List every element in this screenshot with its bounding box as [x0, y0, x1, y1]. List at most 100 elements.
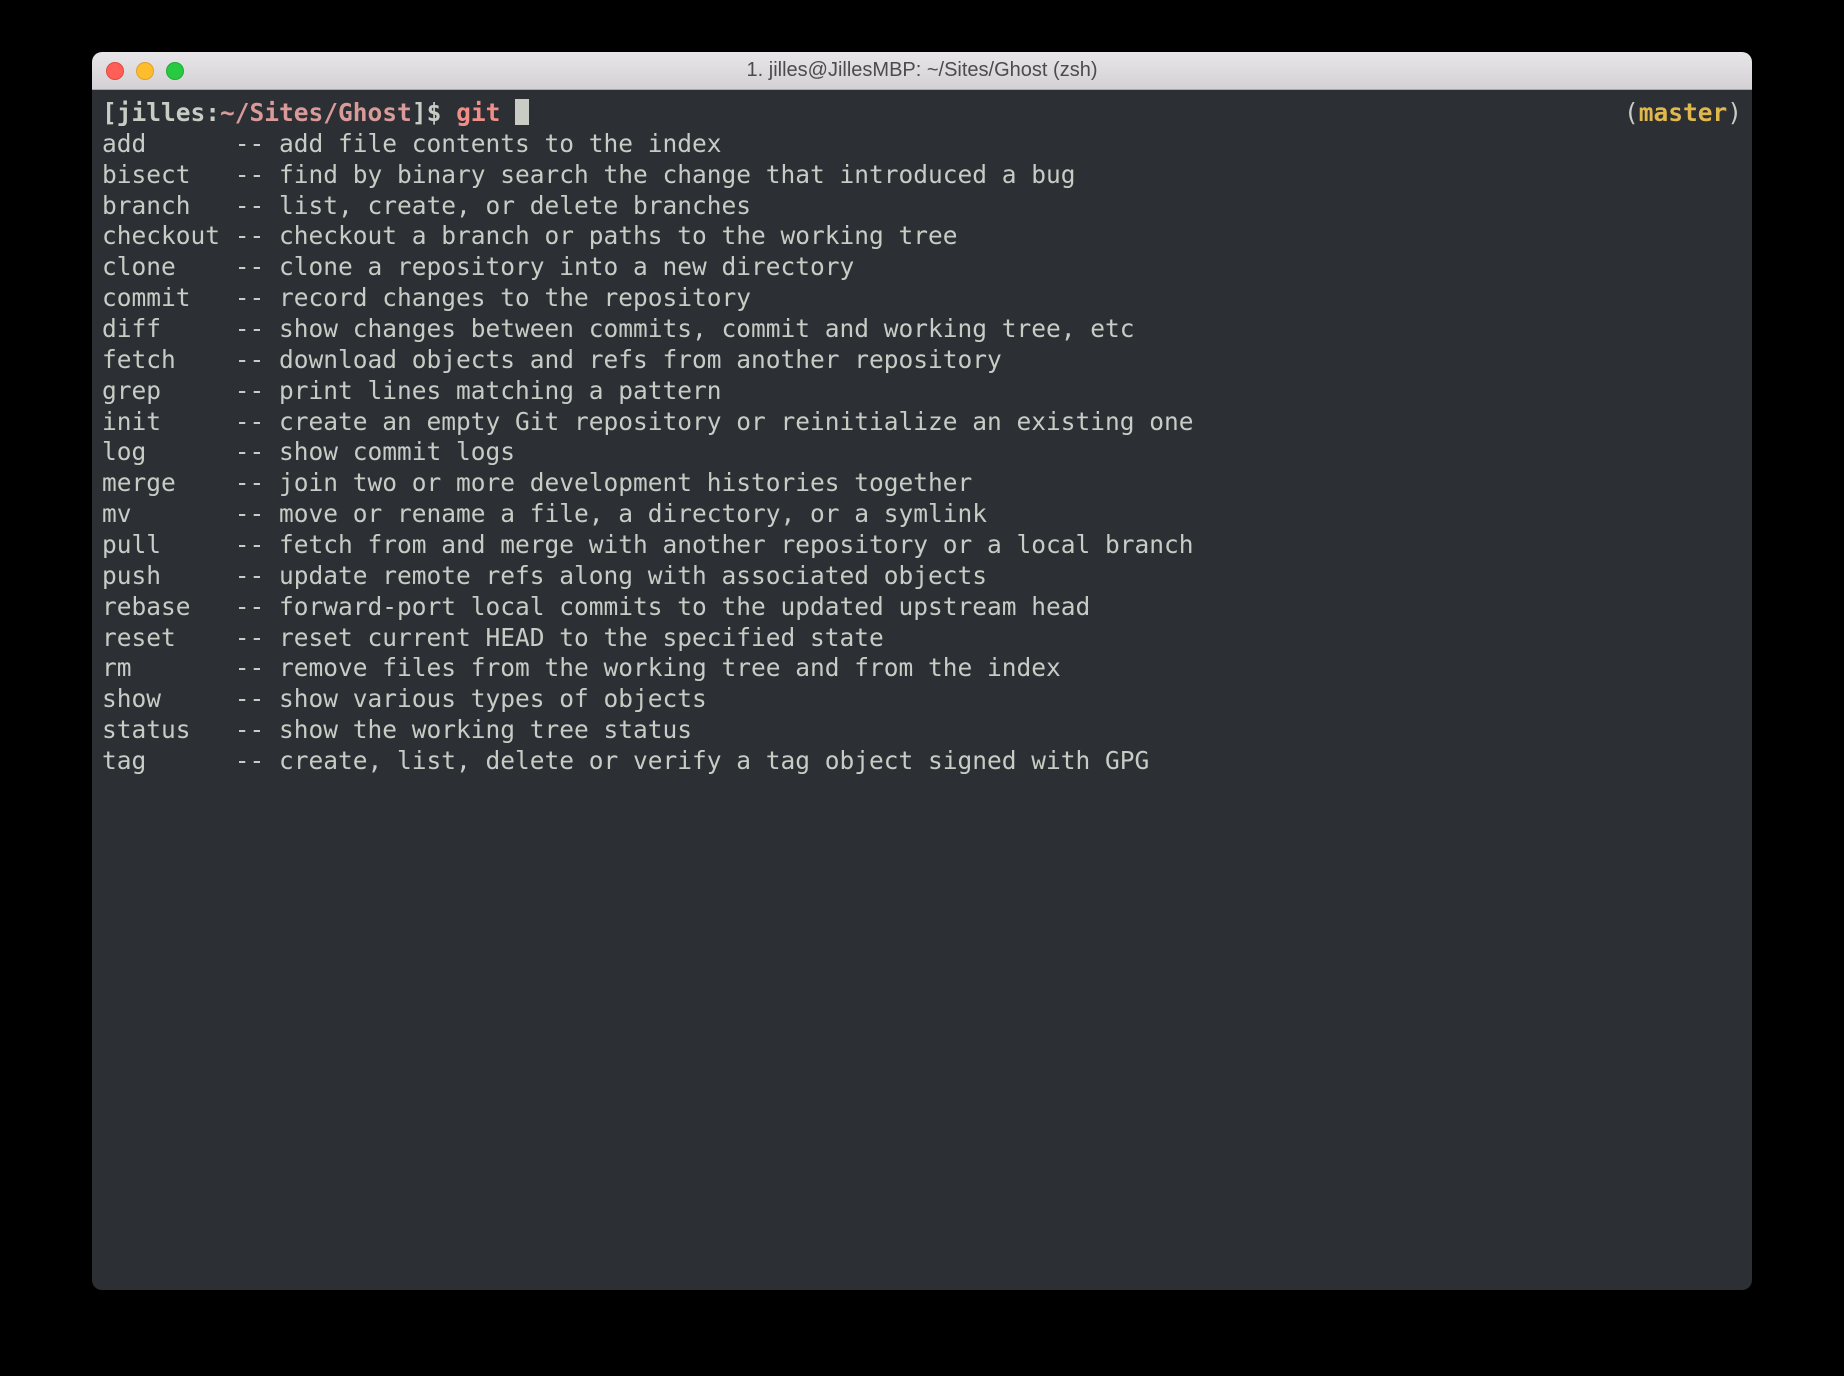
- completion-command: tag: [102, 746, 235, 775]
- completion-separator: --: [235, 191, 279, 220]
- completion-row[interactable]: rm -- remove files from the working tree…: [102, 653, 1742, 684]
- completion-command: checkout: [102, 221, 235, 250]
- completion-command: grep: [102, 376, 235, 405]
- completion-command: rebase: [102, 592, 235, 621]
- completion-description: checkout a branch or paths to the workin…: [279, 221, 958, 250]
- completion-row[interactable]: push -- update remote refs along with as…: [102, 561, 1742, 592]
- completion-row[interactable]: init -- create an empty Git repository o…: [102, 407, 1742, 438]
- completion-row[interactable]: show -- show various types of objects: [102, 684, 1742, 715]
- completion-row[interactable]: pull -- fetch from and merge with anothe…: [102, 530, 1742, 561]
- completion-description: update remote refs along with associated…: [279, 561, 987, 590]
- completion-separator: --: [235, 746, 279, 775]
- completion-description: list, create, or delete branches: [279, 191, 751, 220]
- completion-separator: --: [235, 376, 279, 405]
- completion-command: reset: [102, 623, 235, 652]
- completion-description: show commit logs: [279, 437, 515, 466]
- completion-command: push: [102, 561, 235, 590]
- completion-separator: --: [235, 684, 279, 713]
- completion-description: add file contents to the index: [279, 129, 722, 158]
- completion-row[interactable]: status -- show the working tree status: [102, 715, 1742, 746]
- completion-row[interactable]: log -- show commit logs: [102, 437, 1742, 468]
- titlebar[interactable]: 1. jilles@JillesMBP: ~/Sites/Ghost (zsh): [92, 52, 1752, 90]
- completion-row[interactable]: commit -- record changes to the reposito…: [102, 283, 1742, 314]
- completion-separator: --: [235, 623, 279, 652]
- completion-description: create an empty Git repository or reinit…: [279, 407, 1194, 436]
- close-icon[interactable]: [106, 62, 124, 80]
- completion-command: pull: [102, 530, 235, 559]
- completion-command: status: [102, 715, 235, 744]
- completion-command: clone: [102, 252, 235, 281]
- completion-list: add -- add file contents to the indexbis…: [102, 129, 1742, 777]
- completion-command: rm: [102, 653, 235, 682]
- prompt-dollar: $: [427, 98, 457, 127]
- zoom-icon[interactable]: [166, 62, 184, 80]
- completion-separator: --: [235, 592, 279, 621]
- branch-paren-open: (: [1624, 98, 1639, 127]
- branch-name: master: [1639, 98, 1728, 127]
- completion-command: commit: [102, 283, 235, 312]
- completion-command: show: [102, 684, 235, 713]
- completion-description: remove files from the working tree and f…: [279, 653, 1061, 682]
- minimize-icon[interactable]: [136, 62, 154, 80]
- bracket-close: ]: [412, 98, 427, 127]
- completion-separator: --: [235, 160, 279, 189]
- completion-separator: --: [235, 283, 279, 312]
- completion-separator: --: [235, 252, 279, 281]
- window-title: 1. jilles@JillesMBP: ~/Sites/Ghost (zsh): [92, 59, 1752, 82]
- prompt-path: ~/Sites/Ghost: [220, 98, 412, 127]
- prompt-command: git: [456, 98, 515, 127]
- completion-separator: --: [235, 468, 279, 497]
- bracket-open: [: [102, 98, 117, 127]
- completion-description: join two or more development histories t…: [279, 468, 972, 497]
- branch-paren-close: ): [1727, 98, 1742, 127]
- completion-row[interactable]: diff -- show changes between commits, co…: [102, 314, 1742, 345]
- completion-separator: --: [235, 530, 279, 559]
- completion-row[interactable]: checkout -- checkout a branch or paths t…: [102, 221, 1742, 252]
- completion-row[interactable]: bisect -- find by binary search the chan…: [102, 160, 1742, 191]
- completion-separator: --: [235, 407, 279, 436]
- completion-row[interactable]: grep -- print lines matching a pattern: [102, 376, 1742, 407]
- completion-command: init: [102, 407, 235, 436]
- prompt-line: [jilles:~/Sites/Ghost]$ git (master): [102, 98, 1742, 129]
- completion-row[interactable]: fetch -- download objects and refs from …: [102, 345, 1742, 376]
- prompt-left: [jilles:~/Sites/Ghost]$ git: [102, 98, 529, 129]
- completion-row[interactable]: add -- add file contents to the index: [102, 129, 1742, 160]
- completion-row[interactable]: branch -- list, create, or delete branch…: [102, 191, 1742, 222]
- completion-description: move or rename a file, a directory, or a…: [279, 499, 987, 528]
- prompt-user: jilles: [117, 98, 206, 127]
- completion-row[interactable]: rebase -- forward-port local commits to …: [102, 592, 1742, 623]
- completion-description: clone a repository into a new directory: [279, 252, 854, 281]
- completion-separator: --: [235, 653, 279, 682]
- completion-description: download objects and refs from another r…: [279, 345, 1002, 374]
- completion-separator: --: [235, 314, 279, 343]
- completion-description: show the working tree status: [279, 715, 692, 744]
- completion-row[interactable]: merge -- join two or more development hi…: [102, 468, 1742, 499]
- completion-row[interactable]: reset -- reset current HEAD to the speci…: [102, 623, 1742, 654]
- prompt-colon: :: [205, 98, 220, 127]
- completion-separator: --: [235, 437, 279, 466]
- completion-command: branch: [102, 191, 235, 220]
- completion-description: forward-port local commits to the update…: [279, 592, 1090, 621]
- git-branch-indicator: (master): [1624, 98, 1742, 129]
- completion-description: create, list, delete or verify a tag obj…: [279, 746, 1149, 775]
- terminal-window: 1. jilles@JillesMBP: ~/Sites/Ghost (zsh)…: [92, 52, 1752, 1290]
- completion-row[interactable]: tag -- create, list, delete or verify a …: [102, 746, 1742, 777]
- completion-command: add: [102, 129, 235, 158]
- completion-description: find by binary search the change that in…: [279, 160, 1076, 189]
- completion-command: merge: [102, 468, 235, 497]
- completion-command: fetch: [102, 345, 235, 374]
- completion-description: record changes to the repository: [279, 283, 751, 312]
- cursor-icon: [515, 99, 529, 125]
- completion-row[interactable]: clone -- clone a repository into a new d…: [102, 252, 1742, 283]
- completion-command: diff: [102, 314, 235, 343]
- completion-separator: --: [235, 129, 279, 158]
- completion-separator: --: [235, 221, 279, 250]
- completion-description: reset current HEAD to the specified stat…: [279, 623, 884, 652]
- completion-description: print lines matching a pattern: [279, 376, 722, 405]
- completion-separator: --: [235, 499, 279, 528]
- terminal-body[interactable]: [jilles:~/Sites/Ghost]$ git (master) add…: [92, 90, 1752, 1290]
- completion-row[interactable]: mv -- move or rename a file, a directory…: [102, 499, 1742, 530]
- completion-command: log: [102, 437, 235, 466]
- completion-separator: --: [235, 345, 279, 374]
- completion-description: fetch from and merge with another reposi…: [279, 530, 1194, 559]
